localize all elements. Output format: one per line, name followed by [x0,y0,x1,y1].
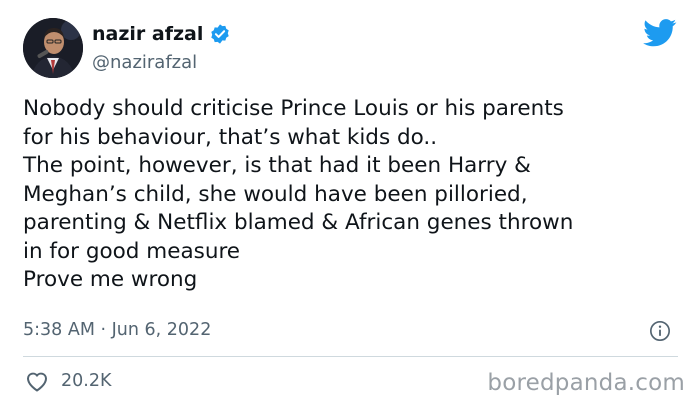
heart-icon[interactable] [25,370,49,392]
tweet-line: Prove me wrong [23,267,198,292]
verified-badge-icon [211,24,230,44]
like-count: 20.2K [61,371,112,391]
twitter-bird-icon[interactable] [643,19,677,47]
author-name[interactable]: nazir afzal [92,23,231,45]
tweet-line: in for good measure [23,238,241,264]
like-button[interactable]: 20.2K [25,370,111,392]
tweet-text: Nobody should criticise Prince Louis or … [23,95,693,295]
divider [23,356,678,357]
author-handle[interactable]: @nazirafzal [92,52,197,73]
info-icon[interactable] [649,320,671,342]
author-name-text[interactable]: nazir afzal [92,23,203,45]
tweet-line: Meghan’s child, she would have been pill… [23,181,528,207]
watermark: boredpanda.com [487,370,685,396]
tweet-line: The point, however, is that had it been … [23,153,531,178]
avatar[interactable] [23,18,83,78]
tweet-timestamp[interactable]: 5:38 AM · Jun 6, 2022 [23,320,211,340]
tweet-line: parenting & Netflix blamed & African gen… [23,210,574,235]
tweet-line: Nobody should criticise Prince Louis or … [23,96,564,121]
tweet-line: for his behaviour, that’s what kids do.. [23,124,438,150]
tweet-card: nazir afzal @nazirafzal Nobody should cr… [0,0,700,410]
